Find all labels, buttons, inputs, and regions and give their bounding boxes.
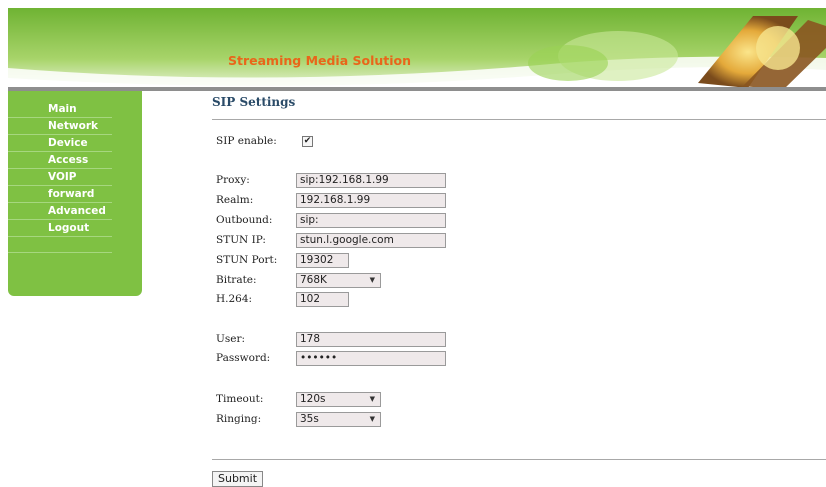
outbound-field[interactable]: sip: <box>296 213 446 228</box>
stun-port-field[interactable]: 19302 <box>296 253 349 268</box>
stun-port-label: STUN Port: <box>216 254 278 266</box>
h264-label: H.264: <box>216 293 253 305</box>
proxy-label: Proxy: <box>216 174 250 186</box>
sidebar-item-voip[interactable]: VOIP <box>8 169 112 186</box>
title-divider <box>212 119 826 120</box>
header-banner: Streaming Media Solution <box>8 8 826 93</box>
password-field[interactable]: •••••• <box>296 351 446 366</box>
h264-field[interactable]: 102 <box>296 292 349 307</box>
sidebar-item-access[interactable]: Access <box>8 152 112 169</box>
user-label: User: <box>216 333 246 345</box>
stun-ip-label: STUN IP: <box>216 234 266 246</box>
sidebar-item-logout[interactable]: Logout <box>8 220 112 237</box>
page-title: SIP Settings <box>212 95 296 109</box>
sidebar-menu: Main Network Device Access VOIP forward … <box>8 101 112 253</box>
form-divider <box>212 459 826 460</box>
realm-field[interactable]: 192.168.1.99 <box>296 193 446 208</box>
sidebar-item-forward[interactable]: forward <box>8 186 112 203</box>
sidebar-item-device[interactable]: Device <box>8 135 112 152</box>
chevron-down-icon: ▼ <box>369 276 375 284</box>
chevron-down-icon: ▼ <box>369 415 375 423</box>
banner-graphic <box>8 8 826 93</box>
bitrate-select[interactable]: 768K ▼ <box>296 273 381 288</box>
password-label: Password: <box>216 352 271 364</box>
user-field[interactable]: 178 <box>296 332 446 347</box>
timeout-value: 120s <box>300 393 326 405</box>
banner-title: Streaming Media Solution <box>228 53 412 68</box>
sidebar-item-advanced[interactable]: Advanced <box>8 203 112 220</box>
sidebar-item-main[interactable]: Main <box>8 101 112 118</box>
bitrate-value: 768K <box>300 274 327 286</box>
stun-ip-field[interactable]: stun.l.google.com <box>296 233 446 248</box>
timeout-label: Timeout: <box>216 393 264 405</box>
sidebar-divider <box>8 237 112 253</box>
chevron-down-icon: ▼ <box>369 395 375 403</box>
proxy-field[interactable]: sip:192.168.1.99 <box>296 173 446 188</box>
ringing-select[interactable]: 35s ▼ <box>296 412 381 427</box>
timeout-select[interactable]: 120s ▼ <box>296 392 381 407</box>
sidebar: Main Network Device Access VOIP forward … <box>8 91 142 296</box>
submit-button[interactable]: Submit <box>212 471 264 487</box>
realm-label: Realm: <box>216 194 254 206</box>
bitrate-label: Bitrate: <box>216 274 257 286</box>
ringing-value: 35s <box>300 413 319 425</box>
sip-enable-label: SIP enable: <box>216 135 277 147</box>
outbound-label: Outbound: <box>216 214 273 226</box>
sip-enable-checkbox[interactable]: ✔ <box>302 136 313 147</box>
sidebar-item-network[interactable]: Network <box>8 118 112 135</box>
ringing-label: Ringing: <box>216 413 262 425</box>
